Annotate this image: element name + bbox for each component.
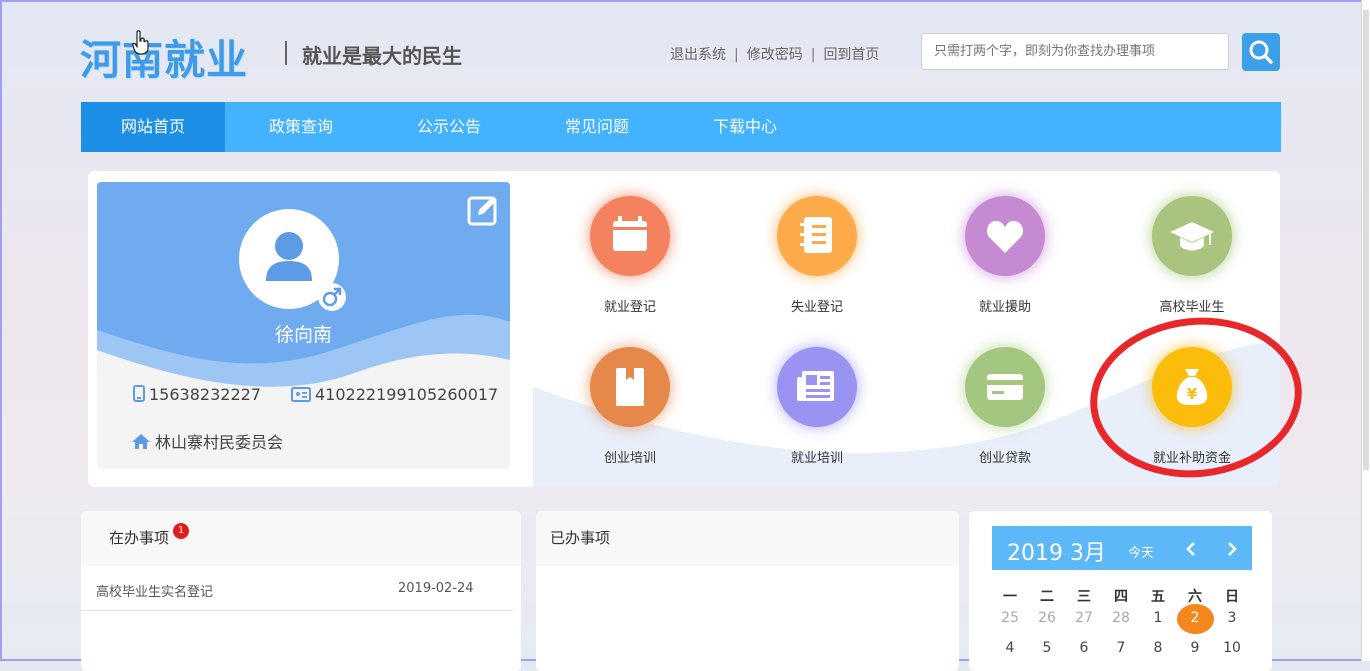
svg-text:¥: ¥ xyxy=(1187,385,1198,403)
service-label: 失业登记 xyxy=(790,300,843,315)
logout-link[interactable]: 退出系统 xyxy=(670,47,726,63)
today-button[interactable]: 今天 xyxy=(1128,542,1154,561)
service-startup-loan[interactable]: 创业贷款 xyxy=(930,347,1080,466)
home-link[interactable]: 回到首页 xyxy=(823,47,879,63)
weekday-label: 四 xyxy=(1114,589,1128,605)
calendar-day[interactable]: 9 xyxy=(1182,640,1208,656)
service-label: 就业援助 xyxy=(978,300,1031,315)
org-info: 林山寨村民委员会 xyxy=(131,429,283,453)
nav-item-faq[interactable]: 常见问题 xyxy=(525,102,669,152)
link-separator: | xyxy=(734,47,739,63)
calendar-day[interactable]: 28 xyxy=(1108,610,1134,626)
weekday-label: 五 xyxy=(1151,589,1165,605)
row-divider xyxy=(81,610,513,611)
weekday-label: 三 xyxy=(1077,589,1091,605)
calendar-day[interactable]: 25 xyxy=(997,610,1023,626)
nav-item-policy[interactable]: 政策查询 xyxy=(229,102,373,152)
service-unemployment-registration[interactable]: 失业登记 xyxy=(742,196,892,315)
prev-month-icon[interactable] xyxy=(1185,542,1197,556)
site-slogan: 就业是最大的民生 xyxy=(302,44,462,68)
service-label: 就业培训 xyxy=(790,451,843,466)
done-header: 已办事项 xyxy=(536,511,959,566)
scrollbar-thumb[interactable] xyxy=(1363,10,1369,470)
phone-number: 15638232227 xyxy=(149,385,261,404)
pending-title[interactable]: 在办事项 xyxy=(109,529,169,547)
calendar-day[interactable]: 8 xyxy=(1145,640,1171,656)
done-card: 已办事项 xyxy=(536,511,959,671)
service-employment-assistance[interactable]: 就业援助 xyxy=(930,196,1080,315)
calendar-day[interactable]: 1 xyxy=(1145,610,1171,626)
male-icon xyxy=(322,287,342,307)
heart-icon xyxy=(965,196,1045,276)
service-label: 就业登记 xyxy=(603,300,656,315)
gender-badge xyxy=(318,283,346,311)
home-icon xyxy=(132,434,150,449)
calendar-icon xyxy=(590,196,670,276)
nav-item-home[interactable]: 网站首页 xyxy=(81,102,225,152)
nav-item-downloads[interactable]: 下载中心 xyxy=(673,102,817,152)
change-password-link[interactable]: 修改密码 xyxy=(747,47,803,63)
id-number: 410222199105260017 xyxy=(315,385,499,404)
nav-item-announcements[interactable]: 公示公告 xyxy=(377,102,521,152)
service-label: 创业贷款 xyxy=(978,451,1031,466)
top-links: 退出系统 | 修改密码 | 回到首页 xyxy=(670,44,879,64)
money-bag-icon: ¥ xyxy=(1152,347,1232,427)
search-button[interactable] xyxy=(1242,33,1280,71)
edit-icon[interactable] xyxy=(466,193,500,227)
service-employment-registration[interactable]: 就业登记 xyxy=(555,196,705,315)
calendar-day[interactable]: 26 xyxy=(1034,610,1060,626)
calendar-month: 2019 3月 xyxy=(1007,541,1106,566)
main-panel: 徐向南 15638232227 410222199105260017 林山寨村民… xyxy=(88,171,1280,487)
service-label: 就业补助资金 xyxy=(1152,451,1231,466)
pending-item-name[interactable]: 高校毕业生实名登记 xyxy=(96,581,213,600)
book-icon xyxy=(590,347,670,427)
phone-icon xyxy=(133,385,145,402)
search-input[interactable] xyxy=(921,33,1229,70)
service-graduates[interactable]: 高校毕业生 xyxy=(1117,196,1267,315)
id-info: 410222199105260017 xyxy=(291,385,498,404)
calendar-day[interactable]: 27 xyxy=(1071,610,1097,626)
weekday-label: 六 xyxy=(1188,589,1202,605)
service-employment-subsidy[interactable]: ¥ 就业补助资金 xyxy=(1117,347,1267,466)
service-label: 创业培训 xyxy=(603,451,656,466)
logo-divider xyxy=(285,41,287,65)
calendar-day[interactable]: 4 xyxy=(997,640,1023,656)
main-nav: 网站首页 政策查询 公示公告 常见问题 下载中心 xyxy=(81,102,1281,152)
next-month-icon[interactable] xyxy=(1226,542,1238,556)
done-title[interactable]: 已办事项 xyxy=(550,529,610,547)
weekday-label: 二 xyxy=(1040,589,1054,605)
calendar-day[interactable]: 3 xyxy=(1219,610,1245,626)
calendar-day[interactable]: 10 xyxy=(1219,640,1245,656)
pending-count-badge: 1 xyxy=(173,523,189,539)
graduation-cap-icon xyxy=(1152,196,1232,276)
profile-card: 徐向南 15638232227 410222199105260017 林山寨村民… xyxy=(97,182,510,469)
pending-header: 在办事项 xyxy=(81,511,521,566)
scrollbar[interactable] xyxy=(1361,0,1370,661)
calendar-day[interactable]: 6 xyxy=(1071,640,1097,656)
card-icon xyxy=(965,347,1045,427)
calendar-day[interactable]: 7 xyxy=(1108,640,1134,656)
link-separator: | xyxy=(810,47,816,63)
site-logo[interactable]: 河南就业 xyxy=(80,26,248,86)
weekday-label: 一 xyxy=(1003,589,1017,605)
newspaper-icon xyxy=(777,347,857,427)
service-employment-training[interactable]: 就业培训 xyxy=(742,347,892,466)
service-label: 高校毕业生 xyxy=(1159,300,1225,315)
phone-info: 15638232227 xyxy=(133,385,261,404)
organization: 林山寨村民委员会 xyxy=(155,433,284,452)
calendar-day[interactable]: 5 xyxy=(1034,640,1060,656)
calendar-header: 2019 3月 今天 xyxy=(992,526,1252,570)
weekday-label: 日 xyxy=(1225,589,1239,605)
service-entrepreneurship-training[interactable]: 创业培训 xyxy=(555,347,705,466)
calendar-day-selected[interactable]: 2 xyxy=(1182,610,1208,626)
hand-cursor-icon xyxy=(132,30,149,55)
search-icon xyxy=(1249,40,1273,64)
user-name: 徐向南 xyxy=(274,324,332,346)
notebook-icon xyxy=(777,196,857,276)
pending-card: 在办事项 1 高校毕业生实名登记 2019-02-24 xyxy=(81,511,521,671)
id-card-icon xyxy=(291,387,311,402)
pending-item-date: 2019-02-24 xyxy=(398,581,474,596)
